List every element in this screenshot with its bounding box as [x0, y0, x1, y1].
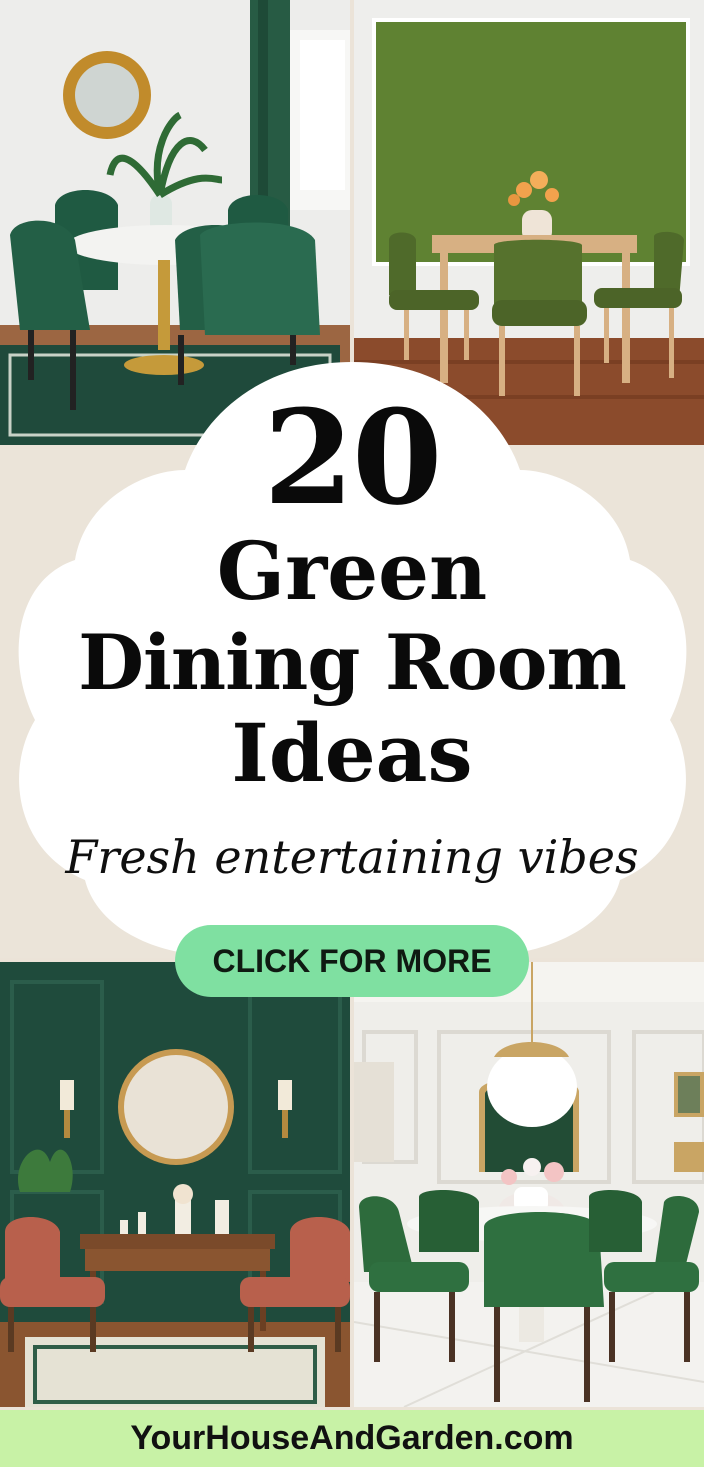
- title-line-dining-room: Dining Room: [78, 618, 627, 707]
- photo-dark-green-panel-dining: [0, 962, 350, 1407]
- title-number: 20: [263, 381, 443, 534]
- subtitle-script: Fresh entertaining vibes: [65, 830, 639, 884]
- photo-white-panel-green-chairs: [354, 962, 704, 1407]
- footer-bar: YourHouseAndGarden.com: [0, 1410, 704, 1467]
- title-line-green: Green: [216, 524, 488, 618]
- click-for-more-button[interactable]: CLICK FOR MORE: [175, 925, 529, 997]
- title-line-ideas: Ideas: [231, 706, 473, 800]
- footer-url-link[interactable]: YourHouseAndGarden.com: [0, 1410, 704, 1467]
